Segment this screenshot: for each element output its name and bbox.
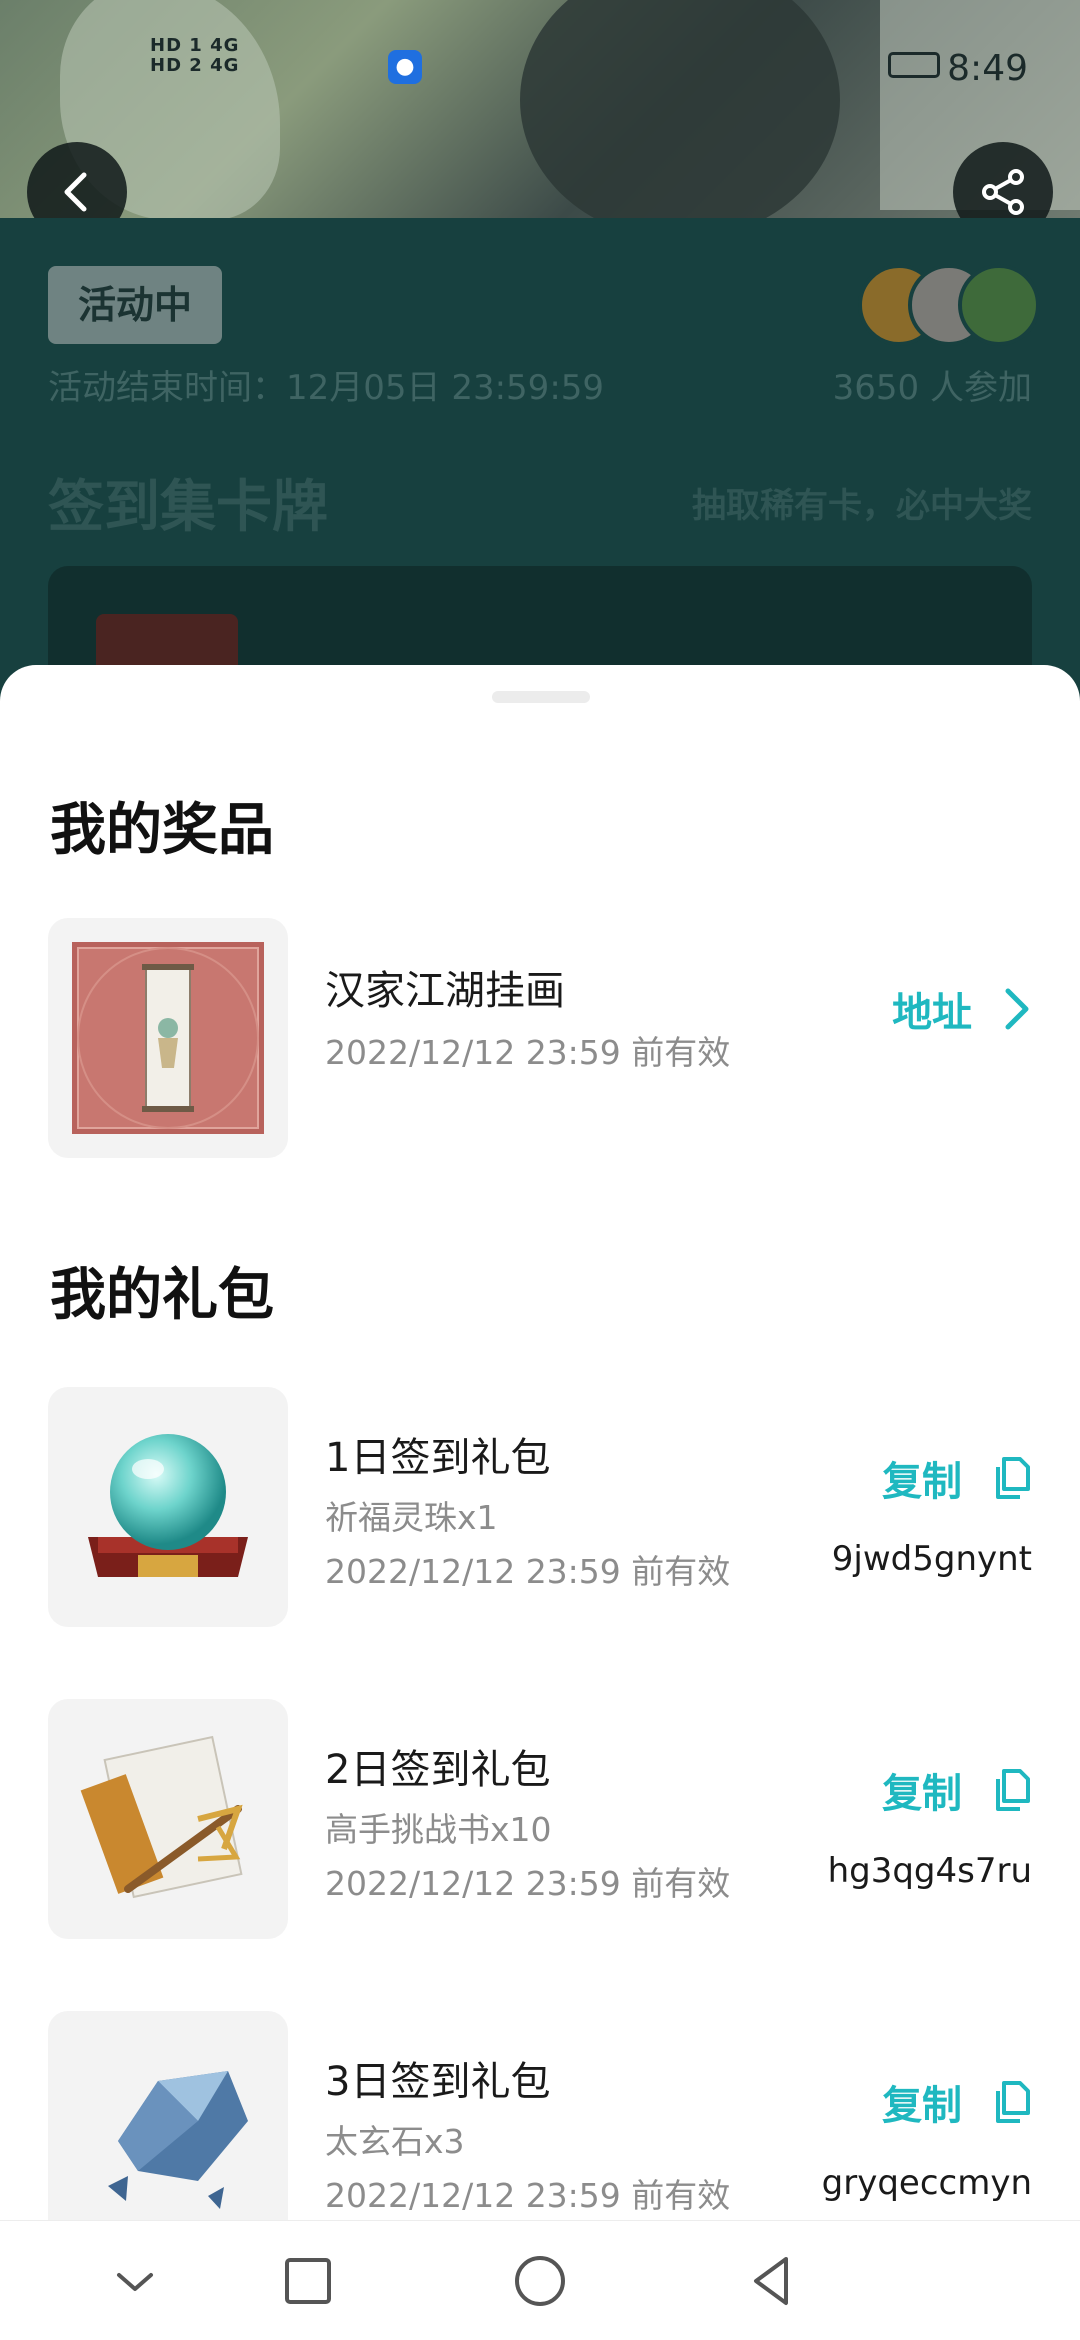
network-2: HD 2 4G [150,55,240,76]
nav-collapse-button[interactable] [105,2251,165,2311]
copy-icon [996,2081,1030,2123]
gift-content: 高手挑战书x10 [325,1810,552,1849]
challenge-letter-image [80,1735,243,1899]
nav-recents-button[interactable] [278,2251,338,2311]
status-badge: 活动中 [48,266,222,344]
section-subtitle: 抽取稀有卡，必中大奖 [692,486,1032,526]
copy-label: 复制 [882,2083,963,2129]
copy-button[interactable]: 复制 [882,1449,1032,1505]
gift-content: 太玄石x3 [325,2122,465,2161]
gift-name: 1日签到礼包 [325,1435,551,1481]
gift-content: 祈福灵珠x1 [325,1498,498,1537]
triangle-back-icon [754,2257,788,2305]
chevron-down-icon [117,2273,153,2291]
network-indicators: HD 1 4G HD 2 4G [150,36,255,76]
gift-thumbnail [48,1699,288,1939]
nav-back-button[interactable] [742,2251,802,2311]
gift-code: hg3qg4s7ru [827,1851,1032,1891]
background-page: HD 1 4G HD 2 4G ● 8:49 活动中 活动结束时间：12月05日… [0,0,1080,766]
system-nav-bar [0,2220,1080,2340]
chevron-right-icon [1005,988,1029,1030]
nav-home-button[interactable] [510,2251,570,2311]
prize-thumbnail [48,918,288,1158]
status-time: 8:49 [947,48,1028,89]
prize-item: 汉家江湖挂画 2022/12/12 23:59 前有效 地址 [0,918,1080,1158]
prize-valid-until: 2022/12/12 23:59 前有效 [325,1033,731,1072]
section-title: 签到集卡牌 [48,475,328,540]
copy-label: 复制 [882,1771,963,1817]
gift-item: 3日签到礼包 太玄石x3 2022/12/12 23:59 前有效 复制 gry… [0,2011,1080,2220]
bottom-sheet: 我的奖品 汉家江湖挂画 2022/12/12 23:59 前有效 地址 我的礼包 [0,665,1080,2220]
event-info: 活动中 活动结束时间：12月05日 23:59:59 3650 人参加 签到集卡… [0,218,1080,766]
gift-item: 2日签到礼包 高手挑战书x10 2022/12/12 23:59 前有效 复制 … [0,1699,1080,1939]
gift-valid-until: 2022/12/12 23:59 前有效 [325,1864,731,1903]
address-button[interactable]: 地址 [892,980,1032,1036]
copy-icon [996,1457,1030,1499]
gift-thumbnail [48,1387,288,1627]
gift-code: gryqeccmyn [821,2163,1032,2203]
gift-item: 1日签到礼包 祈福灵珠x1 2022/12/12 23:59 前有效 复制 9j… [0,1387,1080,1627]
gift-code: 9jwd5gnynt [831,1539,1032,1579]
crystal-orb-image [88,1434,248,1577]
copy-button[interactable]: 复制 [882,2073,1032,2129]
address-label: 地址 [892,990,973,1036]
participant-count: 3650 人参加 [832,368,1032,408]
chevron-left-icon [64,172,87,212]
copy-label: 复制 [882,1459,963,1505]
share-icon [982,169,1024,215]
prize-name: 汉家江湖挂画 [325,968,565,1014]
sheet-handle[interactable] [492,691,590,703]
scroll-painting-image [72,942,264,1134]
lightbulb-icon: ● [388,50,422,84]
battery-icon [888,52,940,78]
network-1: HD 1 4G [150,35,240,56]
gift-thumbnail [48,2011,288,2220]
participant-avatars [858,264,1040,346]
status-bar: HD 1 4G HD 2 4G ● 8:49 [0,0,1080,130]
prizes-title: 我的奖品 [50,798,274,863]
copy-button[interactable]: 复制 [882,1761,1032,1817]
avatar [958,264,1040,346]
square-icon [285,2258,331,2304]
gift-name: 2日签到礼包 [325,1747,551,1793]
blue-stone-image [108,2071,248,2209]
gift-valid-until: 2022/12/12 23:59 前有效 [325,1552,731,1591]
circle-icon [515,2256,565,2306]
gift-valid-until: 2022/12/12 23:59 前有效 [325,2176,731,2215]
gift-name: 3日签到礼包 [325,2059,551,2105]
copy-icon [996,1769,1030,1811]
event-end-time: 活动结束时间：12月05日 23:59:59 [48,368,605,408]
gifts-title: 我的礼包 [50,1263,274,1328]
